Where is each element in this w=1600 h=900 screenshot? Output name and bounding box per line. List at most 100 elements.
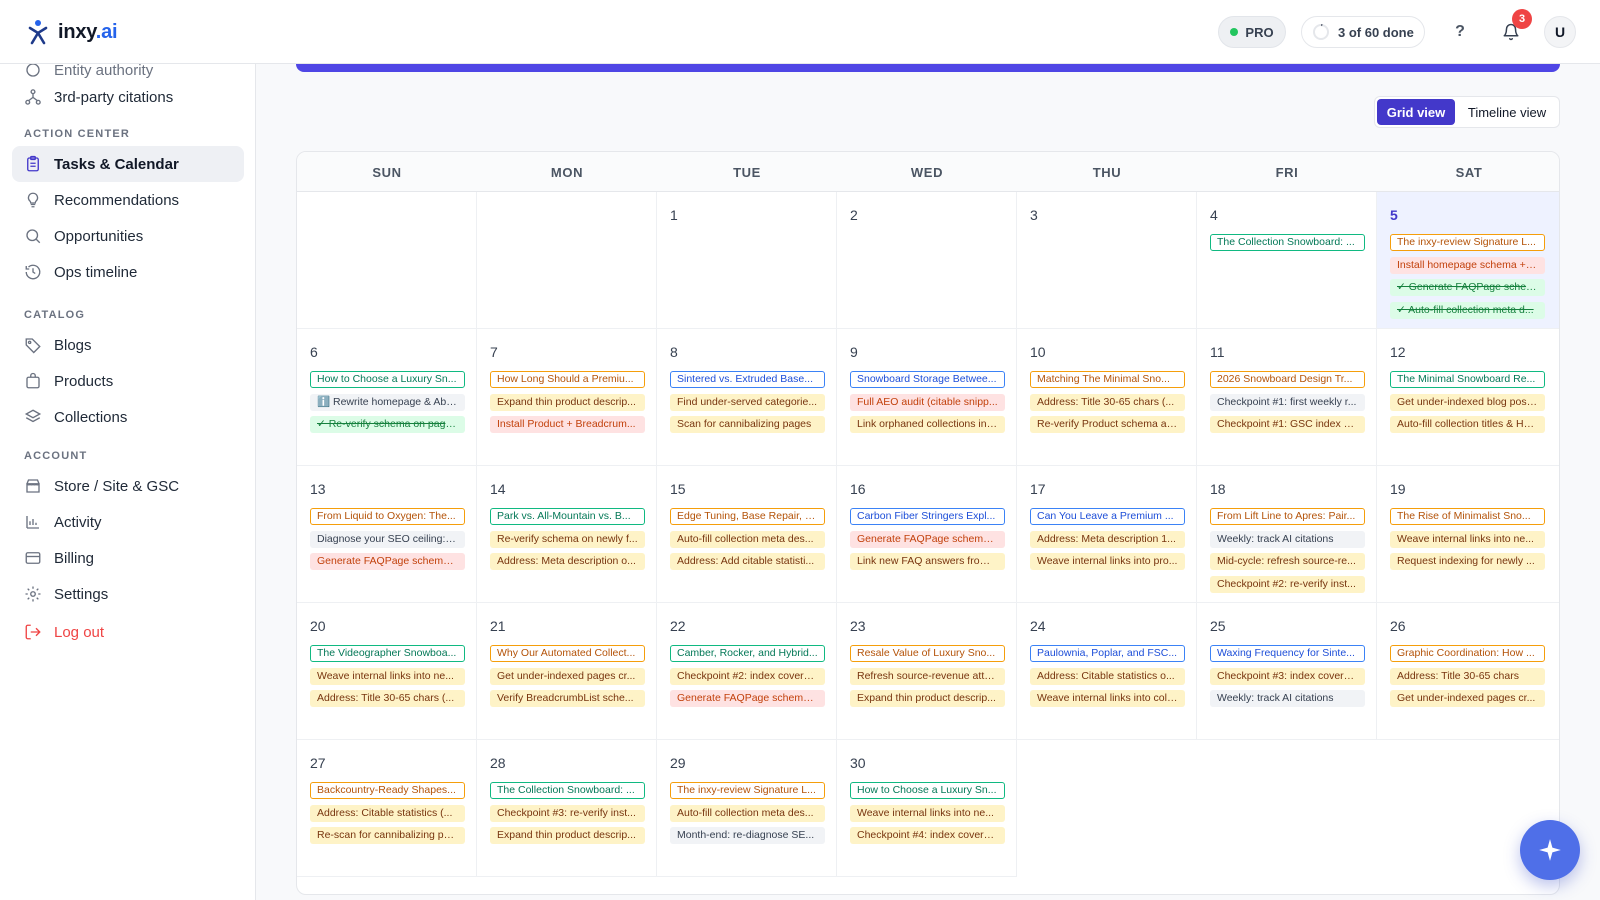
calendar-day-cell[interactable]: 5 The inxy-review Signature L... Install h… <box>1377 192 1559 329</box>
task-chip[interactable]: Re-verify Product schema af... <box>1030 416 1185 433</box>
task-chip[interactable]: Get under-indexed blog post... <box>1390 393 1545 411</box>
calendar-day-cell[interactable]: 3 <box>1017 192 1197 329</box>
task-chip[interactable]: Address: Add citable statisti... <box>670 553 825 570</box>
calendar-day-cell[interactable]: 10 Matching The Minimal Sno... Address: Ti… <box>1017 329 1197 466</box>
calendar-day-cell[interactable]: 2 <box>837 192 1017 329</box>
calendar-day-cell[interactable]: 9 Snowboard Storage Betwee... Full AEO aud… <box>837 329 1017 466</box>
calendar-day-cell[interactable]: 8 Sintered vs. Extruded Base... Find under… <box>657 329 837 466</box>
sidebar-item-activity[interactable]: Activity <box>12 504 244 540</box>
task-chip[interactable]: Can You Leave a Premium ... <box>1030 508 1185 525</box>
task-chip[interactable]: Get under-indexed pages cr... <box>490 667 645 685</box>
calendar-day-cell[interactable]: 25 Waxing Frequency for Sinte... Checkpoin… <box>1197 603 1377 740</box>
task-chip[interactable]: Address: Meta description 1... <box>1030 530 1185 548</box>
task-chip[interactable]: Address: Title 30-65 chars (... <box>1030 393 1185 411</box>
sidebar-item-collections[interactable]: Collections <box>12 399 244 435</box>
calendar-day-cell[interactable]: 13 From Liquid to Oxygen: The... Diagnose … <box>297 466 477 603</box>
calendar-day-cell[interactable]: 29 The inxy-review Signature L... Auto-fil… <box>657 740 837 877</box>
task-chip[interactable]: Sintered vs. Extruded Base... <box>670 371 825 388</box>
task-chip[interactable]: Checkpoint #2: re-verify inst... <box>1210 575 1365 593</box>
help-button[interactable]: ? <box>1447 19 1473 45</box>
task-chip[interactable]: Snowboard Storage Betwee... <box>850 371 1005 388</box>
sidebar-item-products[interactable]: Products <box>12 363 244 399</box>
calendar-day-cell[interactable]: 28 The Collection Snowboard: ... Checkpoin… <box>477 740 657 877</box>
task-chip[interactable]: Paulownia, Poplar, and FSC... <box>1030 645 1185 662</box>
task-chip[interactable]: ✓ Generate FAQPage schem... <box>1390 279 1545 296</box>
task-chip[interactable]: Re-scan for cannibalizing pa... <box>310 827 465 844</box>
calendar-day-cell[interactable]: 16 Carbon Fiber Stringers Expl... Generate… <box>837 466 1017 603</box>
sidebar-item-ops-timeline[interactable]: Ops timeline <box>12 254 244 290</box>
task-progress[interactable]: 3 of 60 done <box>1301 16 1425 48</box>
timeline-view-button[interactable]: Timeline view <box>1457 99 1557 125</box>
task-chip[interactable]: Weave internal links into pro... <box>1030 553 1185 570</box>
calendar-day-cell[interactable]: 22 Camber, Rocker, and Hybrid... Checkpoin… <box>657 603 837 740</box>
task-chip[interactable]: Weave internal links into coll... <box>1030 690 1185 707</box>
task-chip[interactable]: How to Choose a Luxury Sn... <box>310 371 465 388</box>
calendar-day-cell[interactable]: 18 From Lift Line to Apres: Pair... Weekly… <box>1197 466 1377 603</box>
calendar-day-cell[interactable]: 19 The Rise of Minimalist Sno... Weave int… <box>1377 466 1559 603</box>
sidebar-item-opportunities[interactable]: Opportunities <box>12 218 244 254</box>
task-chip[interactable]: Mid-cycle: refresh source-re... <box>1210 553 1365 570</box>
task-chip[interactable]: Weave internal links into ne... <box>1390 530 1545 548</box>
task-chip[interactable]: Get under-indexed pages cr... <box>1390 690 1545 707</box>
task-chip[interactable]: Why Our Automated Collect... <box>490 645 645 662</box>
task-chip[interactable]: From Lift Line to Apres: Pair... <box>1210 508 1365 525</box>
calendar-day-cell[interactable]: 26 Graphic Coordination: How ... Address: … <box>1377 603 1559 740</box>
calendar-day-cell[interactable]: 15 Edge Tuning, Base Repair, a... Auto-fil… <box>657 466 837 603</box>
task-chip[interactable]: Matching The Minimal Sno... <box>1030 371 1185 388</box>
logout-button[interactable]: Log out <box>12 614 244 650</box>
task-chip[interactable]: Refresh source-revenue attri... <box>850 667 1005 685</box>
calendar-day-cell[interactable]: 11 2026 Snowboard Design Tr... Checkpoint … <box>1197 329 1377 466</box>
task-chip[interactable]: From Liquid to Oxygen: The... <box>310 508 465 525</box>
task-chip[interactable]: Expand thin product descrip... <box>850 690 1005 707</box>
calendar-day-cell[interactable]: 27 Backcountry-Ready Shapes... Address: Ci… <box>297 740 477 877</box>
task-chip[interactable]: The inxy-review Signature L... <box>1390 234 1545 251</box>
task-chip[interactable]: How to Choose a Luxury Sn... <box>850 782 1005 799</box>
task-chip[interactable]: Carbon Fiber Stringers Expl... <box>850 508 1005 525</box>
task-chip[interactable]: Auto-fill collection meta des... <box>670 804 825 822</box>
task-chip[interactable]: The Videographer Snowboa... <box>310 645 465 662</box>
task-chip[interactable]: Checkpoint #2: index covera... <box>670 667 825 685</box>
task-chip[interactable]: Weave internal links into ne... <box>310 667 465 685</box>
sidebar-item-billing[interactable]: Billing <box>12 540 244 576</box>
task-chip[interactable]: ✓ Auto-fill collection meta d... <box>1390 301 1545 319</box>
task-chip[interactable]: Address: Citable statistics o... <box>1030 667 1185 685</box>
task-chip[interactable]: The Collection Snowboard: ... <box>1210 234 1365 251</box>
sidebar-item-blogs[interactable]: Blogs <box>12 327 244 363</box>
task-chip[interactable]: Edge Tuning, Base Repair, a... <box>670 508 825 525</box>
task-chip[interactable]: Expand thin product descrip... <box>490 827 645 844</box>
task-chip[interactable]: Auto-fill collection meta des... <box>670 530 825 548</box>
task-chip[interactable]: Address: Title 30-65 chars <box>1390 667 1545 685</box>
sidebar-item-recommendations[interactable]: Recommendations <box>12 182 244 218</box>
sidebar-item-settings[interactable]: Settings <box>12 576 244 612</box>
ai-assistant-button[interactable] <box>1520 820 1580 880</box>
task-chip[interactable]: Address: Title 30-65 chars (... <box>310 690 465 707</box>
sidebar-item-store-site-gsc[interactable]: Store / Site & GSC <box>12 468 244 504</box>
task-chip[interactable]: The Minimal Snowboard Re... <box>1390 371 1545 388</box>
task-chip[interactable]: Resale Value of Luxury Sno... <box>850 645 1005 662</box>
task-chip[interactable]: How Long Should a Premiu... <box>490 371 645 388</box>
task-chip[interactable]: Weekly: track AI citations <box>1210 530 1365 548</box>
task-chip[interactable]: ✓ Re-verify schema on page... <box>310 416 465 433</box>
task-chip[interactable]: Waxing Frequency for Sinte... <box>1210 645 1365 662</box>
task-chip[interactable]: Checkpoint #1: first weekly r... <box>1210 393 1365 411</box>
task-chip[interactable]: Re-verify schema on newly f... <box>490 530 645 548</box>
task-chip[interactable]: Camber, Rocker, and Hybrid... <box>670 645 825 662</box>
task-chip[interactable]: Address: Citable statistics (... <box>310 804 465 822</box>
task-chip[interactable]: Expand thin product descrip... <box>490 393 645 411</box>
calendar-day-cell[interactable]: 23 Resale Value of Luxury Sno... Refresh s… <box>837 603 1017 740</box>
task-chip[interactable]: Weekly: track AI citations <box>1210 690 1365 707</box>
task-chip[interactable]: ℹ️ Rewrite homepage & Abo... <box>310 393 465 411</box>
task-chip[interactable]: Month-end: re-diagnose SE... <box>670 827 825 844</box>
task-chip[interactable]: Checkpoint #3: index covera... <box>1210 667 1365 685</box>
task-chip[interactable]: Link new FAQ answers from ... <box>850 553 1005 570</box>
task-chip[interactable]: Install Product + Breadcrum... <box>490 416 645 433</box>
task-chip[interactable]: Diagnose your SEO ceiling: c... <box>310 530 465 548</box>
task-chip[interactable]: Address: Meta description o... <box>490 553 645 570</box>
plan-badge[interactable]: PRO <box>1218 16 1286 48</box>
task-chip[interactable]: Backcountry-Ready Shapes... <box>310 782 465 799</box>
calendar-day-cell[interactable]: 24 Paulownia, Poplar, and FSC... Address: … <box>1017 603 1197 740</box>
calendar-day-cell[interactable]: 30 How to Choose a Luxury Sn... Weave inte… <box>837 740 1017 877</box>
task-chip[interactable]: Verify BreadcrumbList sche... <box>490 690 645 707</box>
task-chip[interactable]: The Collection Snowboard: ... <box>490 782 645 799</box>
task-chip[interactable]: Checkpoint #4: index covera... <box>850 827 1005 844</box>
